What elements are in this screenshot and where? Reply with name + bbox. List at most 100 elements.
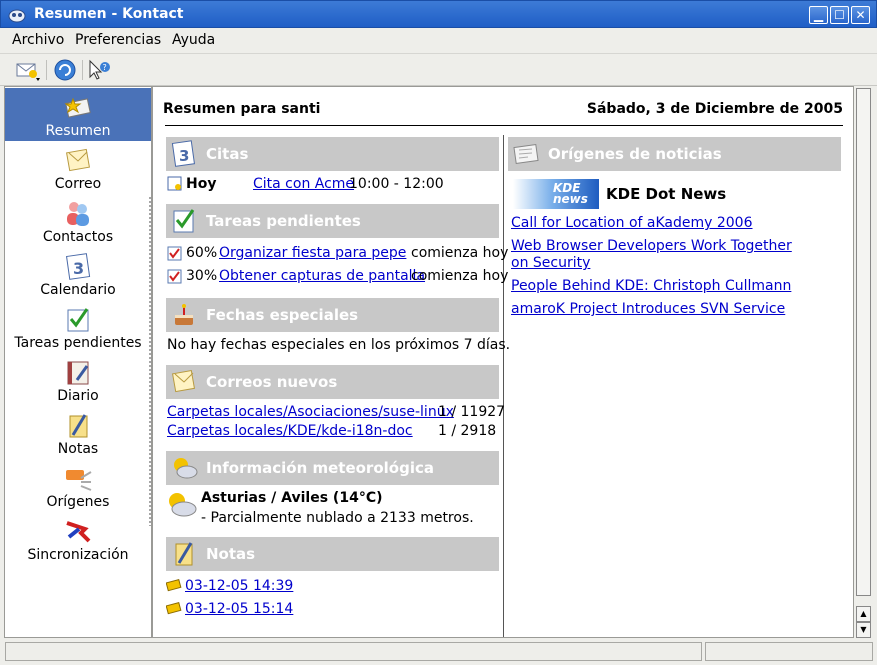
section-title: Fechas especiales [206,306,359,324]
mail-folder-count: 1 / 2918 [438,423,497,439]
title-bar: Resumen - Kontact ▁ ☐ ✕ [0,0,877,28]
section-title: Notas [206,545,256,563]
section-title: Orígenes de noticias [548,145,722,163]
navigator-sidebar: Resumen Correo Contactos 3 Calendario Ta… [4,86,152,638]
sidebar-item-label: Resumen [45,123,111,139]
todo-icon [67,308,89,332]
weather-station: Asturias / Aviles (14°C) [201,490,383,506]
news-item-link[interactable]: People Behind KDE: Christoph Cullmann [511,278,791,294]
current-date: Sábado, 3 de Diciembre de 2005 [586,101,843,117]
kde-news-logo-text: KDE news [553,181,588,206]
status-bar [0,640,877,665]
notes-header: Notas [166,537,499,571]
sidebar-item-resumen[interactable]: Resumen [5,88,151,141]
todo-check-icon [167,269,182,284]
sidebar-item-label: Tareas pendientes [14,335,142,351]
scroll-up-button[interactable]: ▲ [856,606,871,622]
column-divider [503,135,504,637]
whats-this-help-icon[interactable]: ? [86,58,112,82]
arrow-down-icon: ▼ [860,625,867,634]
weather-detail: - Parcialmente nublado a 2133 metros. [201,510,474,526]
page-title: Resumen para santi [163,101,321,117]
todos-header: Tareas pendientes [166,204,499,238]
special-dates-header: Fechas especiales [166,298,499,332]
section-title: Tareas pendientes [206,212,361,230]
sidebar-item-tareas[interactable]: Tareas pendientes [5,300,151,353]
sidebar-item-label: Sincronización [27,547,129,563]
sidebar-item-label: Calendario [40,282,116,298]
window-title: Resumen - Kontact [34,6,184,22]
note-link[interactable]: 03-12-05 15:14 [185,601,293,617]
menu-ayuda[interactable]: Ayuda [172,32,215,48]
sidebar-item-label: Correo [54,176,102,192]
sidebar-item-origenes[interactable]: Orígenes [5,459,151,512]
appointments-header: 3 Citas [166,137,499,171]
todo-link[interactable]: Organizar fiesta para pepe [219,245,406,261]
toolbar: ? [0,54,877,86]
vertical-scrollbar[interactable]: ▲ ▼ [854,86,873,638]
appointment-link[interactable]: Cita con Acme [253,176,354,192]
summary-view: Resumen para santi Sábado, 3 de Diciembr… [152,86,854,638]
todo-status: comienza hoy [411,245,509,261]
note-icon [166,578,182,592]
new-message-icon[interactable] [14,58,40,82]
journal-icon [67,361,89,385]
arrow-up-icon: ▲ [860,609,867,618]
kde-news-logo: KDE news [513,179,599,209]
sidebar-item-label: Diario [57,388,99,404]
mail-icon [172,369,196,393]
sync-icon [66,521,91,543]
menu-preferencias[interactable]: Preferencias [75,32,161,48]
minimize-button[interactable]: ▁ [809,6,828,24]
mail-folder-link[interactable]: Carpetas locales/Asociaciones/suse-linux [167,404,454,420]
todo-percent: 30% [186,268,218,284]
special-dates-text: No hay fechas especiales en los próximos… [167,337,511,353]
sidebar-item-label: Orígenes [46,494,110,510]
news-item-link[interactable]: Web Browser Developers Work Together on … [511,238,811,272]
todo-percent: 60% [186,245,218,261]
todo-status: comienza hoy [411,268,509,284]
newspaper-icon [513,143,539,165]
news-source-title: KDE Dot News [606,185,727,203]
mail-folder-link[interactable]: Carpetas locales/KDE/kde-i18n-doc [167,423,413,439]
section-title: Correos nuevos [206,373,338,391]
menu-bar: Archivo Preferencias Ayuda [0,28,877,54]
sidebar-item-correo[interactable]: Correo [5,141,151,194]
section-title: Citas [206,145,249,163]
scroll-down-button[interactable]: ▼ [856,622,871,638]
news-item-link[interactable]: Call for Location of aKademy 2006 [511,215,753,231]
sidebar-item-label: Contactos [42,229,114,245]
rss-icon [66,470,92,491]
news-item-link[interactable]: amaroK Project Introduces SVN Service [511,301,785,317]
sidebar-item-label: Notas [57,441,99,457]
sidebar-item-sincronizacion[interactable]: Sincronización [5,512,151,565]
minimize-icon: ▁ [813,8,824,22]
appointment-day: Hoy [186,176,217,192]
toolbar-separator [82,60,83,80]
notes-icon [175,542,193,566]
sidebar-item-calendario[interactable]: 3 Calendario [5,247,151,300]
svg-text:?: ? [103,63,107,72]
sidebar-item-notas[interactable]: Notas [5,406,151,459]
toolbar-separator [46,60,47,80]
mail-icon [66,148,90,172]
summary-icon [64,97,91,118]
svg-text:3: 3 [73,259,84,278]
sidebar-item-contactos[interactable]: Contactos [5,194,151,247]
close-button[interactable]: ✕ [851,6,870,24]
weather-header: Información meteorológica [166,451,499,485]
scrollbar-track[interactable] [856,88,871,596]
header-divider [165,125,843,126]
sync-refresh-icon[interactable] [52,58,78,82]
news-header: Orígenes de noticias [508,137,841,171]
weather-icon [174,458,198,479]
calendar-icon: 3 [66,253,91,280]
todo-link[interactable]: Obtener capturas de pantalla [219,268,425,284]
note-link[interactable]: 03-12-05 14:39 [185,578,293,594]
todo-icon [173,209,195,233]
maximize-button[interactable]: ☐ [830,6,849,24]
mail-folder-count: 1 / 11927 [438,404,506,420]
menu-archivo[interactable]: Archivo [12,32,64,48]
sidebar-item-diario[interactable]: Diario [5,353,151,406]
svg-text:3: 3 [179,147,189,165]
